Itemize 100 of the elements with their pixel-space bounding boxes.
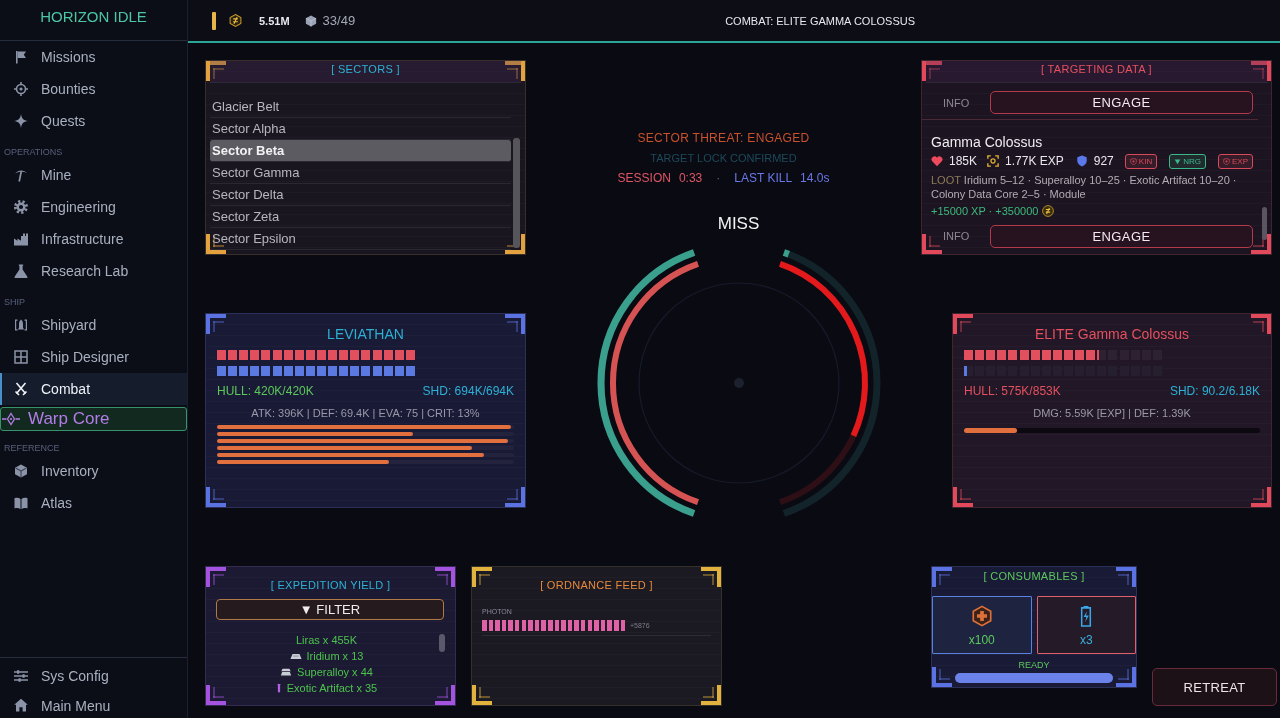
section-heading: OPERATIONS bbox=[3, 146, 64, 159]
cargo-value: 33/49 bbox=[322, 13, 356, 28]
nav-item[interactable]: Mine bbox=[0, 159, 187, 191]
nav-item[interactable]: Warp Core bbox=[0, 407, 187, 431]
info-button[interactable]: INFO bbox=[922, 96, 990, 109]
stat-label: LAST KILL bbox=[734, 171, 793, 185]
nav-item[interactable]: Research Lab bbox=[0, 255, 187, 287]
lock-status: TARGET LOCK CONFIRMED bbox=[650, 151, 797, 165]
panel-title: [ CONSUMABLES ] bbox=[983, 569, 1085, 583]
hull-readout: HULL: 420K/420K bbox=[217, 384, 314, 398]
consumable-slot[interactable]: x100 bbox=[932, 596, 1032, 654]
factory-icon bbox=[14, 232, 28, 246]
sector-item[interactable]: Sector Epsilon bbox=[210, 228, 511, 250]
grid-icon bbox=[14, 350, 28, 364]
nav-item[interactable]: Shipyard bbox=[0, 309, 187, 341]
sparkle-icon bbox=[14, 114, 28, 128]
stat-value: 14.0s bbox=[800, 171, 830, 185]
sector-item[interactable]: Glacier Belt bbox=[210, 96, 511, 118]
crosshair-icon bbox=[14, 82, 28, 96]
nav-item[interactable]: Engineering bbox=[0, 191, 187, 223]
scrollbar-thumb[interactable] bbox=[1262, 207, 1267, 240]
diamond-icon bbox=[2, 412, 20, 426]
yield-label: Superalloy x 44 bbox=[297, 666, 373, 678]
retreat-button[interactable]: RETREAT bbox=[1152, 668, 1277, 706]
home-icon bbox=[14, 698, 28, 712]
ship-name: ELITE Gamma Colossus bbox=[1033, 325, 1191, 343]
rocket-icon bbox=[14, 318, 28, 332]
book-icon bbox=[14, 496, 28, 510]
ship-stats: DMG: 5.59K [EXP] | DEF: 1.39K bbox=[1032, 406, 1192, 420]
shield-icon bbox=[1075, 155, 1088, 167]
panel-title: [ SECTORS ] bbox=[331, 61, 400, 76]
tag-label: NRG bbox=[1183, 156, 1201, 166]
panel-title: [ TARGETING DATA ] bbox=[1041, 61, 1152, 76]
heart-icon bbox=[931, 155, 943, 167]
scrollbar-thumb[interactable] bbox=[439, 634, 445, 652]
ready-status: READY bbox=[1018, 660, 1050, 671]
target-icon bbox=[987, 155, 1000, 167]
nav-item[interactable]: Main Menu bbox=[0, 691, 187, 718]
shield-readout: SHD: 694K/694K bbox=[422, 384, 514, 398]
hexagon-cross-icon bbox=[970, 605, 993, 627]
loot-text: LOOT Iridium 5–12 · Superalloy 10–25 · Exotic Artifact 10–20 · Colony Data Core 2–5 · Module bbox=[931, 173, 1238, 201]
nav-item[interactable]: Sys Config bbox=[0, 661, 187, 691]
sector-item[interactable]: Sector Gamma bbox=[210, 162, 511, 184]
nav-item[interactable]: Quests bbox=[0, 105, 187, 137]
sector-item[interactable]: Sector Delta bbox=[210, 184, 511, 206]
engage-button[interactable]: ENGAGE bbox=[990, 91, 1253, 114]
panel-title: [ EXPEDITION YIELD ] bbox=[269, 578, 392, 592]
credits-value: 5.51M bbox=[259, 14, 290, 27]
flask-icon bbox=[14, 264, 28, 278]
threat-status: SECTOR THREAT: ENGAGED bbox=[637, 130, 810, 146]
nav-item[interactable]: Ship Designer bbox=[0, 341, 187, 373]
section-heading: SHIP bbox=[3, 296, 26, 309]
ingot-icon bbox=[289, 651, 302, 661]
cube-icon bbox=[304, 14, 317, 27]
exp-value: 1.77K EXP bbox=[1005, 154, 1064, 168]
gear-icon bbox=[14, 200, 28, 214]
nav-item[interactable]: Infrastructure bbox=[0, 223, 187, 255]
nav-item[interactable]: Atlas bbox=[0, 487, 187, 519]
separator-dot: · bbox=[716, 171, 721, 185]
consumable-slot[interactable]: x3 bbox=[1036, 596, 1136, 654]
stat-value: 0:33 bbox=[678, 171, 703, 185]
nav-item[interactable]: Combat bbox=[0, 373, 187, 405]
panel-title: [ ORDNANCE FEED ] bbox=[539, 578, 654, 592]
pickaxe-icon bbox=[14, 168, 28, 182]
nav-item[interactable]: Bounties bbox=[0, 73, 187, 105]
triangle-down-icon bbox=[1174, 157, 1182, 165]
nav-item[interactable]: Missions bbox=[0, 41, 187, 73]
cube-icon bbox=[14, 464, 28, 478]
coin-icon bbox=[1042, 205, 1055, 217]
sector-item[interactable]: Sector Beta bbox=[210, 140, 511, 162]
tag-label: EXP bbox=[1232, 156, 1248, 166]
shield-plus-icon bbox=[1223, 157, 1230, 165]
stat-label: SESSION bbox=[617, 171, 671, 185]
crossed-swords-icon bbox=[14, 382, 28, 396]
info-button[interactable]: INFO bbox=[922, 230, 990, 242]
hp-value: 185K bbox=[949, 154, 978, 168]
filter-button[interactable]: ▼ FILTER bbox=[216, 599, 444, 620]
yield-label: Iridium x 13 bbox=[306, 650, 364, 662]
tag-label: KIN bbox=[1138, 156, 1153, 166]
sector-item[interactable]: Sector Zeta bbox=[210, 206, 511, 228]
hexagon-coin-icon bbox=[229, 14, 242, 27]
shield-readout: SHD: 90.2/6.18K bbox=[1169, 384, 1260, 398]
app-title: HORIZON IDLE bbox=[40, 8, 147, 25]
scrollbar-thumb[interactable] bbox=[513, 138, 520, 248]
shield-plus-icon bbox=[1129, 157, 1137, 165]
target-name: Gamma Colossus bbox=[931, 133, 1044, 151]
yield-label: Liras x 455K bbox=[295, 634, 358, 646]
reward-text: +15000 XP · +350000 bbox=[931, 205, 1039, 217]
engage-button[interactable]: ENGAGE bbox=[990, 224, 1253, 248]
ship-name: LEVIATHAN bbox=[326, 325, 405, 343]
sliders-icon bbox=[14, 669, 28, 683]
nav-item[interactable]: Inventory bbox=[0, 455, 187, 487]
flag-icon bbox=[14, 50, 28, 64]
hull-readout: HULL: 575K/853K bbox=[964, 384, 1061, 398]
attack-result: MISS bbox=[716, 214, 760, 234]
yield-label: Exotic Artifact x 35 bbox=[286, 682, 378, 694]
accent-bar-icon bbox=[212, 11, 216, 30]
screen-title: COMBAT: ELITE GAMMA COLOSSUS bbox=[725, 14, 915, 27]
stacked-ingots-icon bbox=[280, 667, 293, 677]
armor-value: 927 bbox=[1093, 154, 1114, 168]
